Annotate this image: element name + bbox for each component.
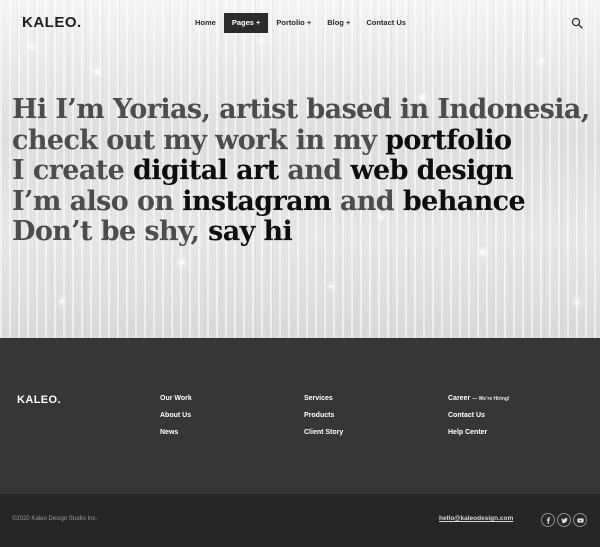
headline-line-3: I create digital art and web design xyxy=(12,155,592,187)
nav-contact-us[interactable]: Contact Us xyxy=(358,13,414,33)
nav-blog[interactable]: Blog + xyxy=(319,13,358,33)
footer-link-news[interactable]: News xyxy=(160,428,192,445)
footer-link-products[interactable]: Products xyxy=(304,411,343,428)
nav-home[interactable]: Home xyxy=(187,13,224,33)
footer-link-help-center[interactable]: Help Center xyxy=(448,428,510,445)
portfolio-link[interactable]: portfolio xyxy=(385,125,512,156)
footer-bottom-bar: ©2020 Kaleo Design Studio Inc. hello@kal… xyxy=(0,494,600,547)
footer-link-about-us[interactable]: About Us xyxy=(160,411,192,428)
headline-intro-text: Hi I’m Yorias, artist based in Indonesia… xyxy=(12,94,590,125)
footer-column-3: Career — We’re Hiring! Contact Us Help Ce… xyxy=(448,394,510,445)
footer-link-our-work[interactable]: Our Work xyxy=(160,394,192,411)
behance-link[interactable]: behance xyxy=(403,186,526,217)
instagram-link[interactable]: instagram xyxy=(182,186,331,217)
copyright-text: ©2020 Kaleo Design Studio Inc. xyxy=(12,516,98,522)
footer-link-services[interactable]: Services xyxy=(304,394,343,411)
hero-headline: Hi I’m Yorias, artist based in Indonesia… xyxy=(12,94,592,248)
nav-portfolio[interactable]: Portolio + xyxy=(268,13,319,33)
headline-text: and xyxy=(278,155,351,186)
youtube-icon[interactable] xyxy=(573,513,587,527)
search-icon[interactable] xyxy=(571,16,583,29)
main-nav: Home Pages + Portolio + Blog + Contact U… xyxy=(187,13,414,33)
facebook-icon[interactable] xyxy=(541,513,555,527)
nav-pages[interactable]: Pages + xyxy=(223,13,269,33)
site-footer: KALEO. Our Work About Us News Services P… xyxy=(0,338,600,494)
headline-text: Don’t be shy, xyxy=(12,216,209,247)
headline-line-1: Hi I’m Yorias, artist based in Indonesia… xyxy=(12,94,592,126)
headline-line-2: check out my work in my portfolio xyxy=(12,124,592,157)
career-label: Career xyxy=(448,395,471,402)
footer-link-client-story[interactable]: Client Story xyxy=(304,428,343,445)
headline-text: check out my work in my xyxy=(12,124,386,156)
footer-column-2: Services Products Client Story xyxy=(304,394,343,445)
headline-line-5: Don’t be shy, say hi xyxy=(12,216,592,248)
contact-email-link[interactable]: hello@kaleodesign.com xyxy=(439,515,513,522)
web-design-link[interactable]: web design xyxy=(350,155,513,186)
headline-text: and xyxy=(331,185,403,217)
hiring-note: — We’re Hiring! xyxy=(472,396,510,402)
footer-column-1: Our Work About Us News xyxy=(160,394,192,445)
headline-line-4: I’m also on instagram and behance xyxy=(12,185,592,218)
footer-link-career[interactable]: Career — We’re Hiring! xyxy=(448,394,510,411)
digital-art-link[interactable]: digital art xyxy=(133,155,279,186)
say-hi-link[interactable]: say hi xyxy=(208,216,293,247)
site-header: KALEO. Home Pages + Portolio + Blog + Co… xyxy=(0,0,600,44)
headline-text: I’m also on xyxy=(12,185,183,217)
footer-logo[interactable]: KALEO. xyxy=(17,394,61,406)
site-logo[interactable]: KALEO. xyxy=(22,14,82,31)
twitter-icon[interactable] xyxy=(557,513,571,527)
footer-link-contact-us[interactable]: Contact Us xyxy=(448,411,510,428)
headline-text: I create xyxy=(12,155,134,186)
